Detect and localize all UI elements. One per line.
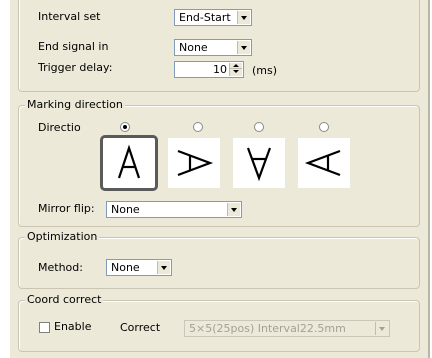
settings-panel: Interval set End-Start End signal in Non…	[8, 0, 430, 358]
end-signal-label: End signal in	[38, 40, 109, 53]
direction-label: Directio	[38, 121, 81, 134]
direction-option-90[interactable]	[168, 138, 220, 188]
correct-dropdown[interactable]: 5×5(25pos) Interval22.5mm	[184, 320, 390, 337]
marking-direction-title: Marking direction	[25, 98, 125, 112]
trigger-delay-unit: (ms)	[252, 64, 278, 77]
interval-set-value: End-Start	[179, 11, 231, 24]
chevron-down-icon[interactable]	[227, 203, 240, 216]
end-signal-value: None	[179, 41, 208, 54]
correct-value: 5×5(25pos) Interval22.5mm	[189, 322, 346, 335]
letter-a-rotated-180-icon	[246, 147, 272, 182]
chevron-down-icon[interactable]	[375, 322, 388, 335]
coord-correct-title: Coord correct	[25, 293, 104, 307]
enable-checkbox[interactable]	[39, 322, 50, 333]
end-signal-dropdown[interactable]: None	[174, 39, 252, 56]
trigger-delay-value: 10	[213, 63, 227, 76]
interval-set-label: Interval set	[38, 10, 101, 23]
optimization-title: Optimization	[25, 230, 100, 244]
method-value: None	[111, 261, 140, 274]
direction-option-180[interactable]	[233, 138, 285, 188]
method-dropdown[interactable]: None	[106, 259, 172, 276]
chevron-down-icon[interactable]	[157, 261, 170, 274]
spin-down-icon[interactable]	[230, 69, 242, 75]
direction-radio-180[interactable]	[254, 122, 264, 132]
selected-direction-frame	[100, 135, 158, 191]
chevron-down-icon[interactable]	[237, 11, 250, 24]
chevron-down-icon[interactable]	[237, 41, 250, 54]
trigger-delay-stepper[interactable]: 10	[174, 61, 244, 78]
interval-set-dropdown[interactable]: End-Start	[174, 9, 252, 26]
mirror-flip-dropdown[interactable]: None	[106, 201, 242, 218]
mirror-flip-value: None	[111, 203, 140, 216]
correct-label: Correct	[120, 321, 161, 334]
trigger-delay-label: Trigger delay:	[38, 61, 113, 74]
letter-a-rotated-90-icon	[177, 149, 214, 177]
direction-radio-0[interactable]	[120, 122, 130, 132]
method-label: Method:	[38, 261, 83, 274]
enable-label[interactable]: Enable	[54, 320, 91, 334]
letter-a-rotated-270-icon	[304, 149, 341, 177]
direction-radio-270[interactable]	[319, 122, 329, 132]
direction-option-270[interactable]	[298, 138, 350, 188]
spin-buttons[interactable]	[229, 63, 242, 76]
direction-radio-90[interactable]	[193, 122, 203, 132]
mirror-flip-label: Mirror flip:	[38, 202, 95, 215]
